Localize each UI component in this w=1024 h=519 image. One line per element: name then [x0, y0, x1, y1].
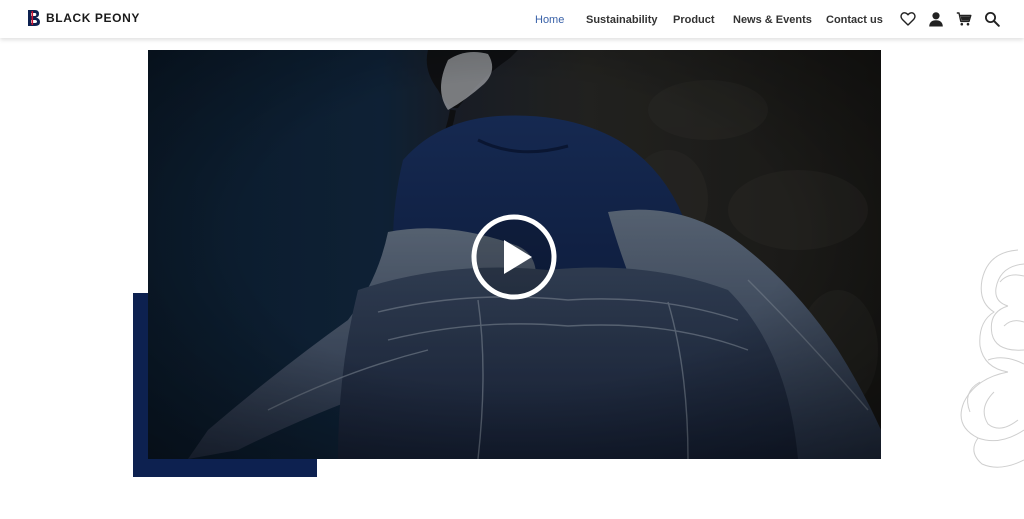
nav-contact-us[interactable]: Contact us [826, 13, 883, 27]
cart-icon[interactable] [956, 11, 972, 27]
search-icon[interactable] [984, 11, 1000, 27]
peony-illustration [960, 249, 1024, 468]
play-icon[interactable] [470, 213, 558, 301]
heart-icon[interactable] [900, 11, 916, 27]
nav-news-events[interactable]: News & Events [733, 13, 812, 27]
main-nav: Home Sustainability Product News & Event… [0, 13, 1024, 27]
hero-video[interactable] [148, 50, 881, 459]
nav-sustainability[interactable]: Sustainability [586, 13, 658, 27]
nav-home[interactable]: Home [535, 13, 564, 27]
user-icon[interactable] [928, 11, 944, 27]
nav-product[interactable]: Product [673, 13, 715, 27]
site-header: BLACK PEONY Home Sustainability Product … [0, 0, 1024, 38]
